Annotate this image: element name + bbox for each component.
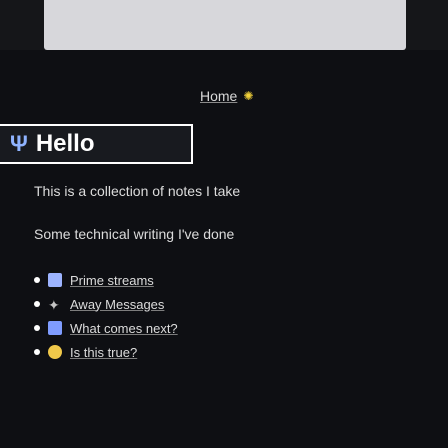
list-item[interactable]: Is this true? — [34, 340, 448, 364]
gear-icon: ✺ — [243, 89, 254, 103]
page-header: Ψ Hello — [0, 124, 193, 164]
list-item[interactable]: ✦ Away Messages — [34, 292, 448, 316]
section-subtitle: Some technical writing I've done — [34, 226, 235, 242]
psi-icon: Ψ — [10, 131, 28, 156]
link-text[interactable]: Prime streams — [70, 273, 154, 288]
home-label[interactable]: Home — [200, 88, 237, 104]
list-item[interactable]: Prime streams — [34, 268, 448, 292]
top-bar — [0, 0, 448, 50]
list-item[interactable]: What comes next? — [34, 316, 448, 340]
bullet — [34, 349, 40, 355]
bullet — [34, 301, 40, 307]
intro-text: This is a collection of notes I take — [34, 183, 241, 199]
link-list: Prime streams ✦ Away Messages What comes… — [34, 268, 448, 364]
bullet — [34, 277, 40, 283]
monitor-icon — [48, 321, 62, 335]
dot-icon — [48, 345, 62, 359]
link-text[interactable]: Is this true? — [70, 345, 137, 360]
bullet — [34, 325, 40, 331]
book-icon — [48, 273, 62, 287]
link-text[interactable]: What comes next? — [70, 321, 178, 336]
link-text[interactable]: Away Messages — [70, 297, 164, 312]
spark-icon: ✦ — [48, 297, 60, 313]
page-title: Hello — [35, 130, 95, 157]
top-panel — [44, 0, 406, 50]
home-link[interactable]: Home ✺ — [200, 88, 253, 104]
